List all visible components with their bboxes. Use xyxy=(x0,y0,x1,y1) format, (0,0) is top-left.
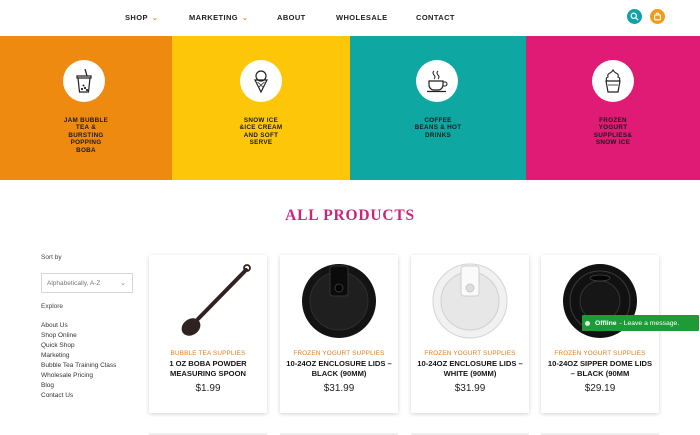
sipper-dome-lid-image xyxy=(563,264,637,338)
nav-wholesale[interactable]: WHOLESALE xyxy=(336,13,388,22)
measuring-spoon-image xyxy=(181,264,251,336)
coffee-cup-icon xyxy=(427,70,448,93)
product-category[interactable]: FROZEN YOGURT SUPPLIES xyxy=(411,350,529,357)
sidebar-link-about-us[interactable]: About Us xyxy=(41,321,116,331)
category-icon-circle xyxy=(63,60,105,102)
chat-status: Offline xyxy=(595,319,617,327)
category-coffee[interactable]: COFFEE BEANS & HOT DRINKS xyxy=(350,36,526,180)
white-lid-image xyxy=(432,263,508,339)
chat-offline-widget[interactable]: Offline - Leave a message. xyxy=(582,315,699,331)
product-name[interactable]: 1 OZ BOBA POWDER MEASURING SPOON xyxy=(149,359,267,379)
shopping-bag-icon xyxy=(654,12,661,21)
category-icon-circle xyxy=(592,60,634,102)
sidebar-link-blog[interactable]: Blog xyxy=(41,381,116,391)
product-card[interactable]: FROZEN YOGURT SUPPLIES 10-24OZ ENCLOSURE… xyxy=(411,255,529,413)
nav-contact[interactable]: CONTACT xyxy=(416,13,455,22)
category-frozen-yogurt[interactable]: FROZEN YOGURT SUPPLIES& SNOW ICE xyxy=(526,36,700,180)
sort-label: Sort by xyxy=(41,254,62,261)
product-name[interactable]: 10-24OZ ENCLOSURE LIDS – WHITE (90MM) xyxy=(411,359,529,379)
bubble-tea-cup-icon xyxy=(76,68,92,93)
product-name[interactable]: 10-24OZ ENCLOSURE LIDS – BLACK (90MM) xyxy=(280,359,398,379)
sidebar-link-marketing[interactable]: Marketing xyxy=(41,351,116,361)
search-icon xyxy=(630,12,639,21)
sort-select[interactable]: Alphabetically, A-Z ⌄ xyxy=(41,273,133,293)
product-image[interactable] xyxy=(541,255,659,347)
product-card[interactable]: FROZEN YOGURT SUPPLIES 10-24OZ SIPPER DO… xyxy=(541,255,659,413)
category-label: SNOW ICE &ICE CREAM AND SOFT SERVE xyxy=(239,117,283,147)
sidebar-link-quick-shop[interactable]: Quick Shop xyxy=(41,341,116,351)
chevron-down-icon: ⌄ xyxy=(151,15,159,22)
nav-marketing[interactable]: MARKETING ⌄ xyxy=(189,13,248,22)
category-icon-circle xyxy=(240,60,282,102)
sort-select-value: Alphabetically, A-Z xyxy=(47,280,101,287)
nav-shop-label: SHOP xyxy=(125,13,148,22)
status-dot-icon xyxy=(585,320,590,326)
category-bubble-tea[interactable]: JAM BUBBLE TEA & BURSTING POPPING BOBA xyxy=(0,36,172,180)
product-category[interactable]: BUBBLE TEA SUPPLIES xyxy=(149,350,267,357)
site-header: SHOP ⌄ MARKETING ⌄ ABOUT WHOLESALE CONTACT xyxy=(0,0,700,36)
category-label: JAM BUBBLE TEA & BURSTING POPPING BOBA xyxy=(63,117,109,154)
product-name[interactable]: 10-24OZ SIPPER DOME LIDS – BLACK (90MM xyxy=(541,359,659,379)
product-category[interactable]: FROZEN YOGURT SUPPLIES xyxy=(280,350,398,357)
search-button[interactable] xyxy=(627,9,642,24)
nav-about[interactable]: ABOUT xyxy=(277,13,306,22)
product-image[interactable] xyxy=(149,255,267,347)
chat-message: - Leave a message. xyxy=(619,319,680,327)
product-category[interactable]: FROZEN YOGURT SUPPLIES xyxy=(541,350,659,357)
category-label: FROZEN YOGURT SUPPLIES& SNOW ICE xyxy=(593,117,633,147)
product-price: $31.99 xyxy=(323,383,355,394)
product-image[interactable] xyxy=(280,255,398,347)
sidebar: Sort by Alphabetically, A-Z ⌄ Explore Ab… xyxy=(41,254,141,399)
explore-links: About Us Shop Online Quick Shop Marketin… xyxy=(41,321,116,401)
category-icon-circle xyxy=(416,60,458,102)
cart-button[interactable] xyxy=(650,9,665,24)
frozen-yogurt-cup-icon xyxy=(605,68,621,93)
category-ice-cream[interactable]: SNOW ICE &ICE CREAM AND SOFT SERVE xyxy=(172,36,350,180)
product-price: $31.99 xyxy=(454,383,486,394)
black-lid-image xyxy=(302,264,376,338)
page-title: ALL PRODUCTS xyxy=(285,207,415,224)
product-card[interactable]: BUBBLE TEA SUPPLIES 1 OZ BOBA POWDER MEA… xyxy=(149,255,267,413)
chevron-down-icon: ⌄ xyxy=(120,280,126,287)
category-tiles: JAM BUBBLE TEA & BURSTING POPPING BOBA S… xyxy=(0,36,700,180)
category-label: COFFEE BEANS & HOT DRINKS xyxy=(414,117,462,139)
product-image[interactable] xyxy=(411,255,529,347)
nav-marketing-label: MARKETING xyxy=(189,13,239,22)
chevron-down-icon: ⌄ xyxy=(242,15,249,22)
sidebar-link-wholesale-pricing[interactable]: Wholesale Pricing xyxy=(41,371,116,381)
product-price: $29.19 xyxy=(584,383,616,394)
ice-cream-cone-icon xyxy=(254,70,268,94)
main-nav: SHOP ⌄ MARKETING ⌄ ABOUT WHOLESALE CONTACT xyxy=(0,13,700,25)
sidebar-link-shop-online[interactable]: Shop Online xyxy=(41,331,116,341)
explore-heading: Explore xyxy=(41,303,64,310)
sidebar-link-training-class[interactable]: Bubble Tea Training Class xyxy=(41,361,116,371)
product-price: $1.99 xyxy=(195,383,221,394)
sidebar-link-contact-us[interactable]: Contact Us xyxy=(41,391,116,401)
product-card[interactable]: FROZEN YOGURT SUPPLIES 10-24OZ ENCLOSURE… xyxy=(280,255,398,413)
nav-shop[interactable]: SHOP ⌄ xyxy=(125,13,158,22)
